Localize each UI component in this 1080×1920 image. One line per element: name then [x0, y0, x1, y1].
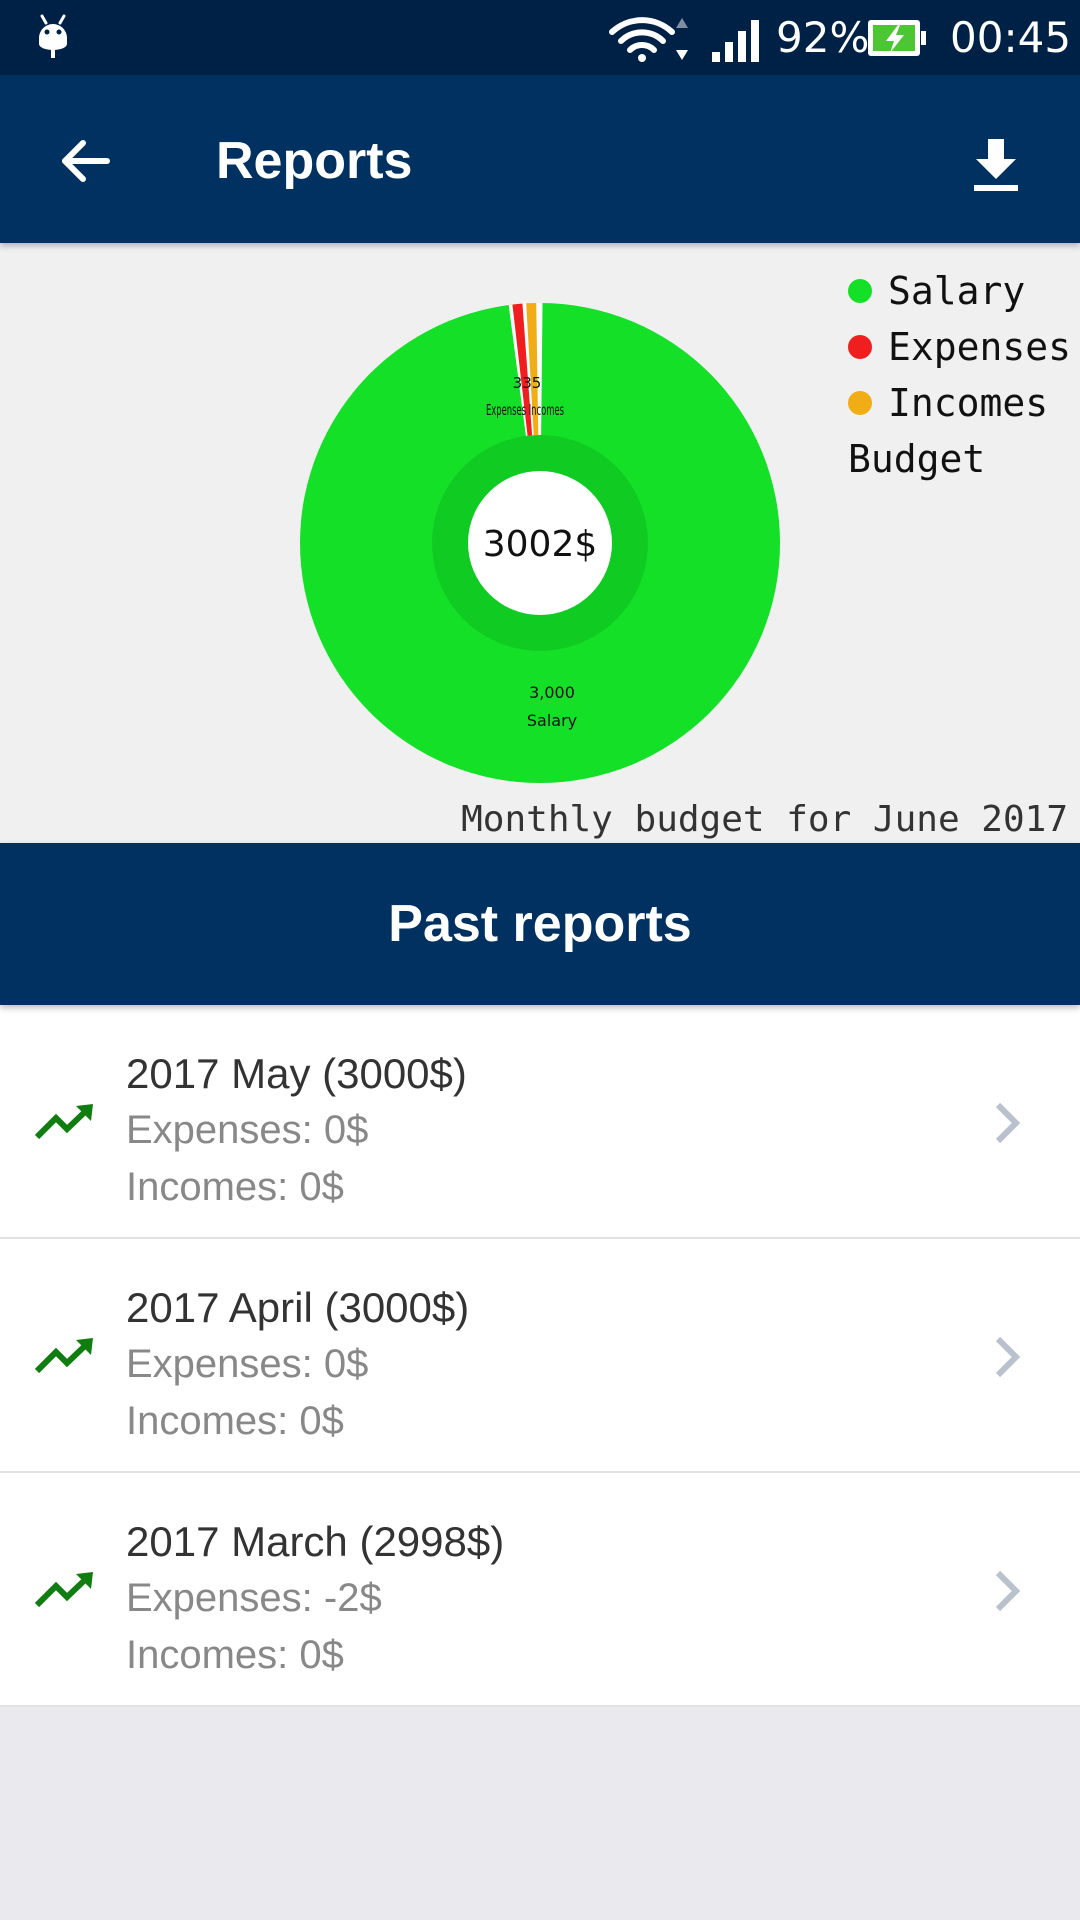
past-reports-title: Past reports [388, 895, 692, 953]
report-text: 2017 April (3000$) Expenses: 0$ Incomes:… [126, 1279, 469, 1450]
small-slice-values-label: 335 [513, 374, 542, 392]
donut-center-text: 3002$ [483, 524, 598, 565]
report-text: 2017 May (3000$) Expenses: 0$ Incomes: 0… [126, 1045, 467, 1216]
report-title: 2017 March (2998$) [126, 1518, 505, 1565]
legend-label-incomes: Incomes [888, 381, 1049, 425]
salary-value-label: 3,000 [529, 683, 575, 702]
budget-chart: 3002$ 3,000 Salary 335 Expenses Incomes … [0, 243, 1080, 843]
salary-name-label: Salary [527, 711, 577, 730]
trending-up-icon [34, 1104, 93, 1140]
legend-label-budget: Budget [848, 437, 986, 481]
legend-item-incomes: Incomes [848, 375, 1071, 431]
report-expenses: Expenses: 0$ [126, 1108, 369, 1152]
wifi-icon [609, 17, 688, 62]
chart-caption: Monthly budget for June 2017 [461, 799, 1068, 840]
signal-icon [712, 20, 759, 62]
legend-dot-salary [848, 279, 872, 303]
legend-item-salary: Salary [848, 263, 1071, 319]
past-reports-header: Past reports [0, 843, 1080, 1005]
legend-dot-expenses [848, 335, 872, 359]
battery-charging-icon [868, 20, 926, 56]
back-button[interactable] [40, 121, 130, 201]
status-bar: 92% 00:45 [0, 0, 1080, 75]
list-item-report-may[interactable]: 2017 May (3000$) Expenses: 0$ Incomes: 0… [0, 1005, 1080, 1239]
legend-item-budget: Budget [848, 431, 1071, 487]
report-expenses: Expenses: -2$ [126, 1576, 382, 1620]
page-title: Reports [216, 132, 413, 190]
arrow-left-icon [62, 140, 110, 182]
android-icon [39, 14, 67, 58]
report-expenses: Expenses: 0$ [126, 1342, 369, 1386]
report-incomes: Incomes: 0$ [126, 1165, 344, 1209]
battery-percent: 92% [776, 13, 870, 62]
legend-label-salary: Salary [888, 269, 1026, 313]
download-button[interactable] [952, 121, 1040, 209]
list-item-report-april[interactable]: 2017 April (3000$) Expenses: 0$ Incomes:… [0, 1239, 1080, 1473]
past-reports-list: 2017 May (3000$) Expenses: 0$ Incomes: 0… [0, 1005, 1080, 1707]
chart-legend: Salary Expenses Incomes Budget [848, 263, 1071, 487]
clock: 00:45 [950, 13, 1072, 62]
report-title: 2017 April (3000$) [126, 1284, 470, 1331]
report-incomes: Incomes: 0$ [126, 1399, 344, 1443]
chevron-right-icon [995, 1102, 1021, 1144]
report-text: 2017 March (2998$) Expenses: -2$ Incomes… [126, 1513, 504, 1684]
report-incomes: Incomes: 0$ [126, 1633, 344, 1677]
legend-item-expenses: Expenses [848, 319, 1071, 375]
list-item-report-march[interactable]: 2017 March (2998$) Expenses: -2$ Incomes… [0, 1473, 1080, 1707]
app-bar: Reports [0, 75, 1080, 243]
chevron-right-icon [995, 1336, 1021, 1378]
chevron-right-icon [995, 1570, 1021, 1612]
trending-up-icon [34, 1338, 93, 1374]
download-icon [974, 139, 1018, 191]
trending-up-icon [34, 1572, 93, 1608]
small-slice-names-label: Expenses Incomes [486, 401, 564, 419]
legend-label-expenses: Expenses [888, 325, 1072, 369]
legend-dot-incomes [848, 391, 872, 415]
report-title: 2017 May (3000$) [126, 1050, 467, 1097]
